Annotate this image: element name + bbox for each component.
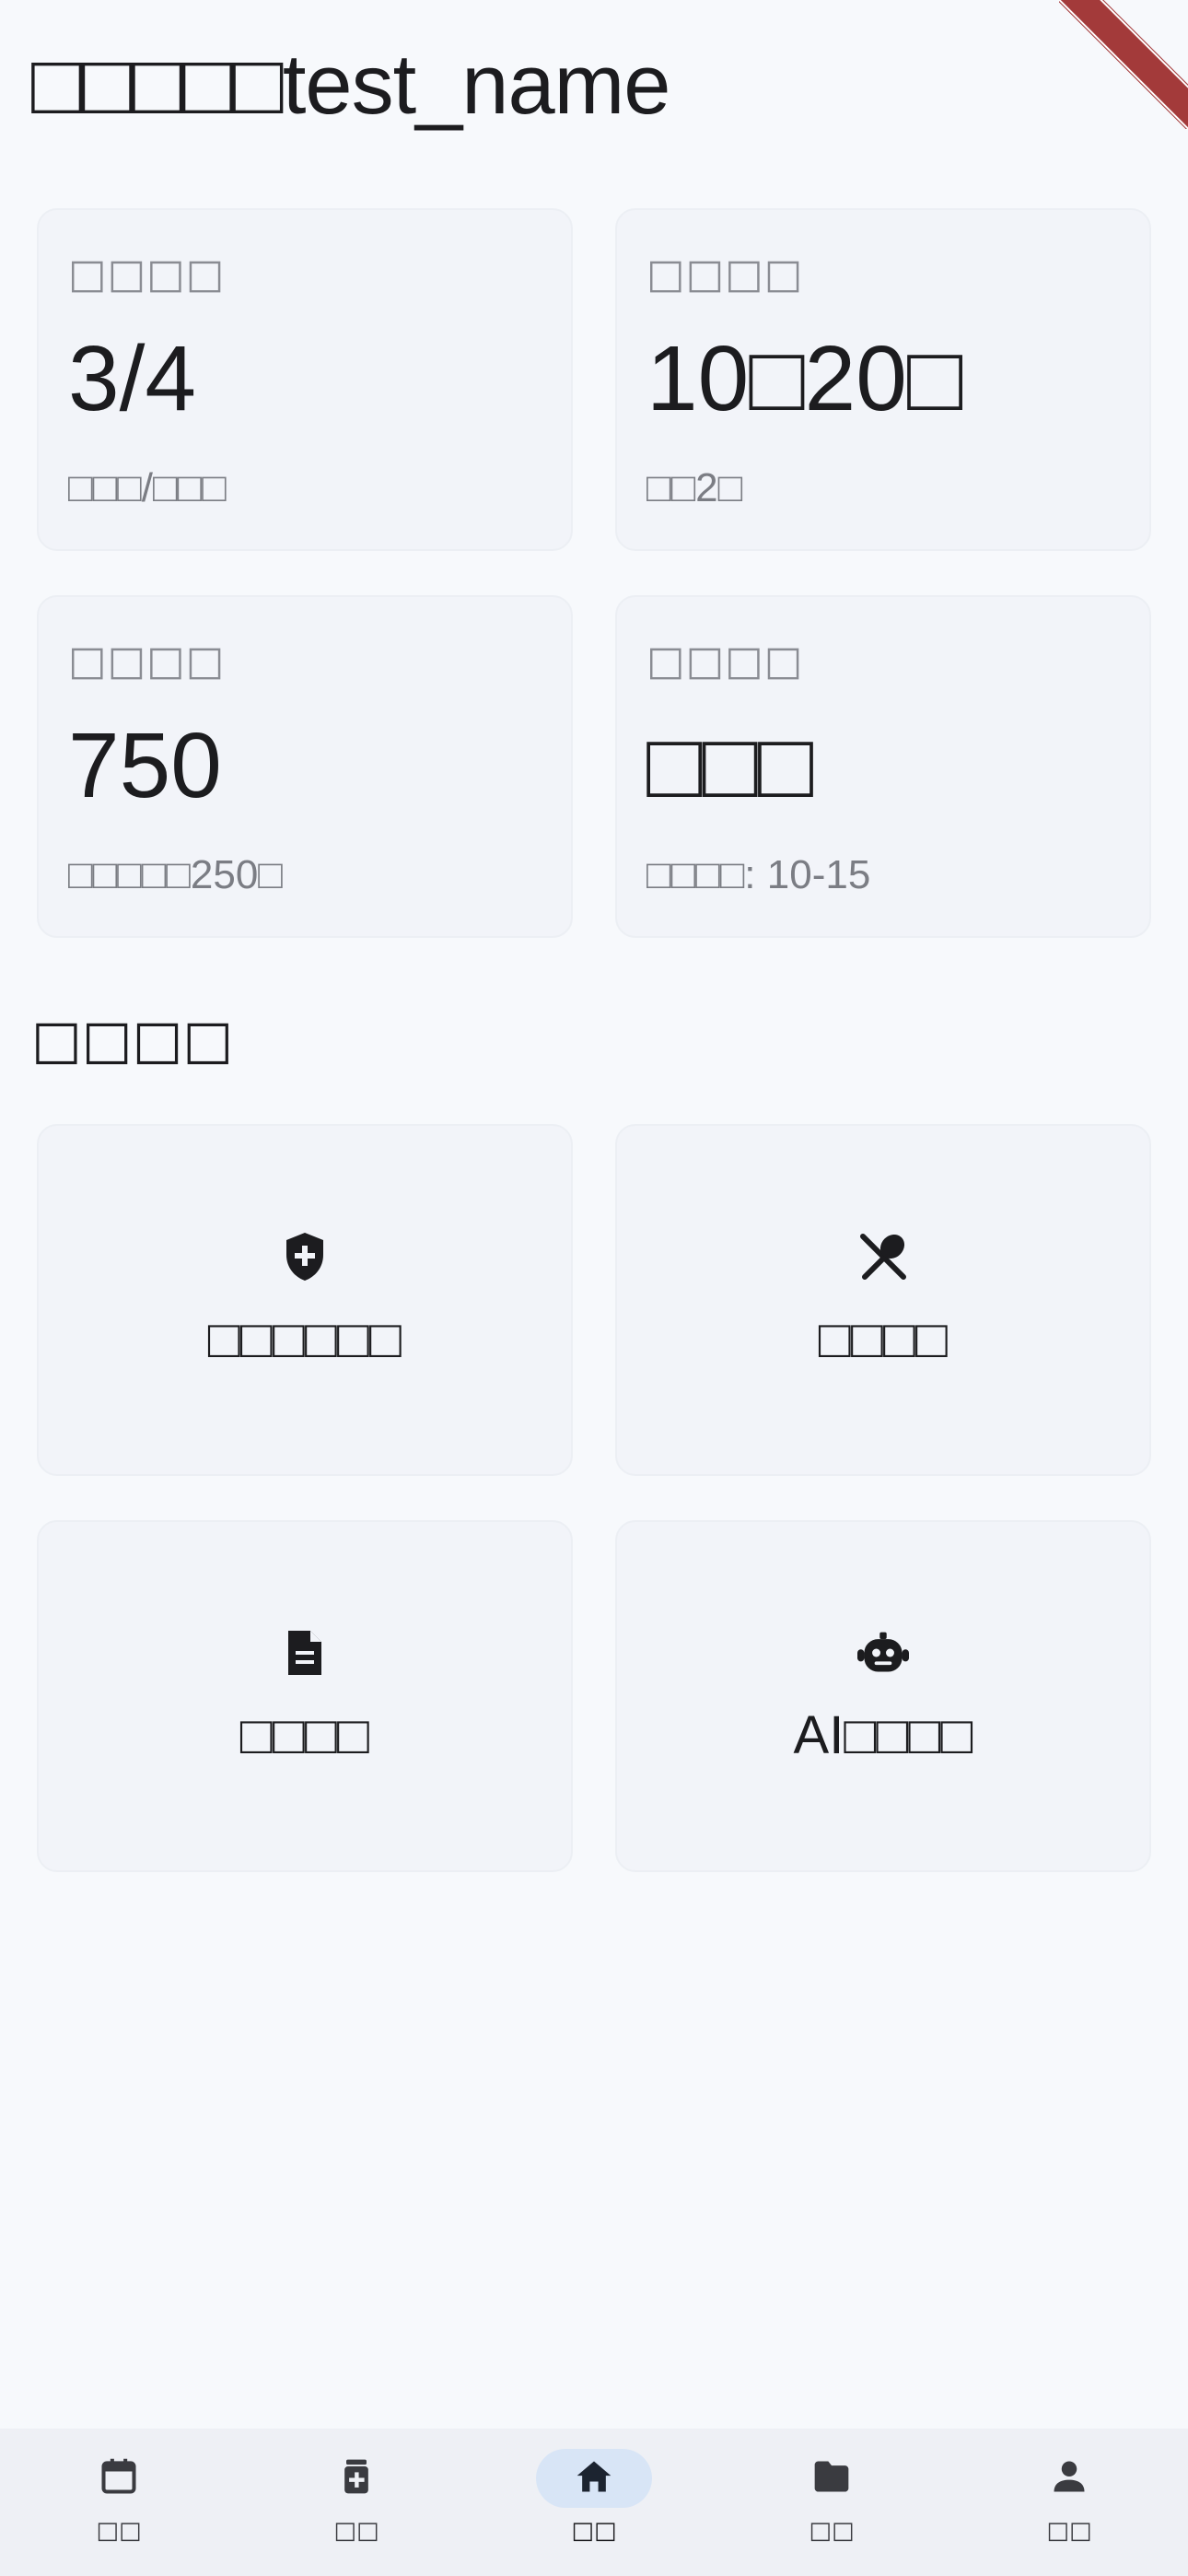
nav-label: □□ xyxy=(809,2517,855,2545)
stat-subtext: □□□□: 10-15 xyxy=(646,852,871,897)
person-icon xyxy=(1049,2456,1089,2500)
stat-value: 3/4 xyxy=(68,327,197,430)
nav-item-profile[interactable]: □□ xyxy=(977,2429,1161,2545)
medicine-icon xyxy=(336,2456,377,2500)
stat-label: □□□□ xyxy=(646,638,804,685)
action-card-health[interactable]: □□□□□□ xyxy=(37,1124,573,1476)
nav-item-medicine[interactable]: □□ xyxy=(264,2429,448,2545)
stat-value: □□□ xyxy=(646,714,814,817)
stat-card: □□□□ 3/4 □□□/□□□ xyxy=(37,208,573,551)
stat-card: □□□□ 750 □□□□□250□ xyxy=(37,595,573,938)
home-icon xyxy=(574,2456,614,2500)
action-label: AI□□□□ xyxy=(793,1704,973,1765)
bottom-navigation: □□ □□ □□ □□ □□ xyxy=(0,2429,1188,2576)
stat-card: □□□□ □□□ □□□□: 10-15 xyxy=(615,595,1151,938)
shield-plus-icon xyxy=(279,1231,331,1282)
stat-label: □□□□ xyxy=(68,638,226,685)
utensils-icon xyxy=(857,1231,909,1282)
stat-value: 10□20□ xyxy=(646,327,963,430)
action-label: □□□□□□ xyxy=(207,1308,402,1369)
debug-banner xyxy=(1059,0,1188,129)
action-card-diet[interactable]: □□□□ xyxy=(615,1124,1151,1476)
calendar-icon xyxy=(99,2456,139,2500)
action-card-ai[interactable]: AI□□□□ xyxy=(615,1520,1151,1872)
nav-label: □□ xyxy=(96,2517,142,2545)
action-card-records[interactable]: □□□□ xyxy=(37,1520,573,1872)
nav-item-home[interactable]: □□ xyxy=(502,2429,686,2545)
robot-icon xyxy=(857,1627,909,1679)
stat-subtext: □□□□□250□ xyxy=(68,852,283,897)
document-icon xyxy=(279,1627,331,1679)
nav-item-calendar[interactable]: □□ xyxy=(27,2429,211,2545)
quick-actions-grid: □□□□□□ □□□□ □□□□ AI□□□□ xyxy=(37,1124,1151,1872)
nav-item-files[interactable]: □□ xyxy=(740,2429,924,2545)
action-label: □□□□ xyxy=(818,1308,949,1369)
action-label: □□□□ xyxy=(239,1704,370,1765)
nav-label: □□ xyxy=(571,2517,617,2545)
stat-card: □□□□ 10□20□ □□2□ xyxy=(615,208,1151,551)
stats-grid: □□□□ 3/4 □□□/□□□ □□□□ 10□20□ □□2□ □□□□ 7… xyxy=(37,208,1151,938)
stat-label: □□□□ xyxy=(68,251,226,298)
nav-label: □□ xyxy=(333,2517,379,2545)
folder-icon xyxy=(811,2456,852,2500)
stat-label: □□□□ xyxy=(646,251,804,298)
stat-subtext: □□□/□□□ xyxy=(68,465,227,510)
page-title: □□□□□test_name xyxy=(31,38,670,132)
quick-actions-title: □□□□ xyxy=(31,1008,234,1071)
stat-subtext: □□2□ xyxy=(646,465,743,510)
nav-label: □□ xyxy=(1046,2517,1092,2545)
stat-value: 750 xyxy=(68,714,222,817)
